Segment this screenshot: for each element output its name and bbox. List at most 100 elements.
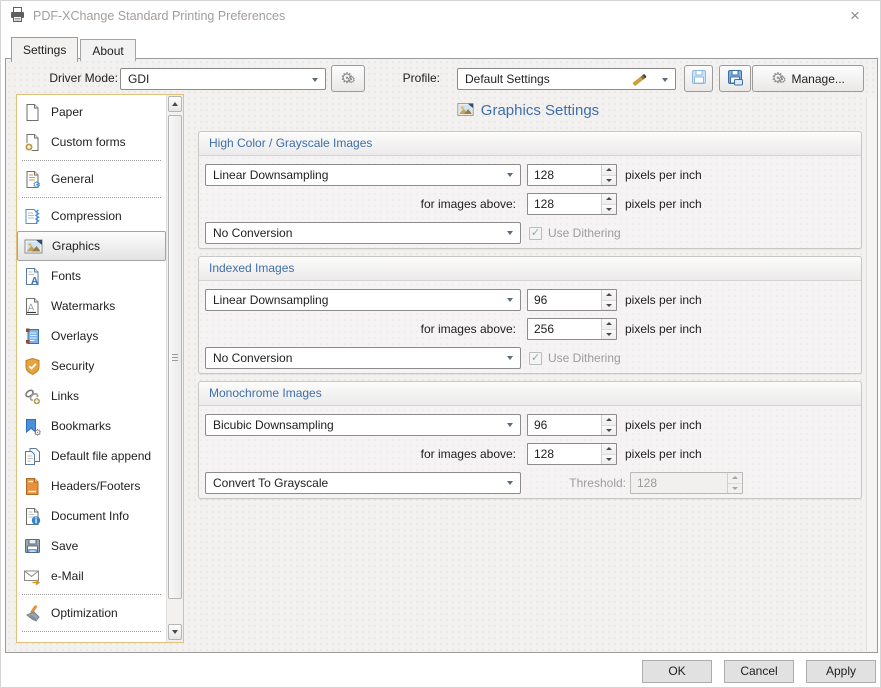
page-add-icon [23, 133, 42, 152]
above-dpi-spinner[interactable]: 128 [527, 193, 617, 215]
sidebar-item-fonts[interactable]: A Fonts [17, 261, 166, 291]
group-title: High Color / Grayscale Images [199, 132, 861, 156]
close-button[interactable]: × [844, 5, 866, 27]
conversion-select[interactable]: No Conversion [205, 347, 521, 369]
threshold-spinner: 128 [630, 472, 743, 494]
scrollbar-down-button[interactable] [168, 624, 182, 640]
tab-about[interactable]: About [80, 39, 135, 61]
overlay-icon [23, 327, 42, 346]
save-profile-as-button[interactable] [719, 65, 751, 92]
conversion-select[interactable]: Convert To Grayscale [205, 472, 521, 494]
apply-button[interactable]: Apply [806, 660, 876, 683]
profile-label: Profile: [372, 71, 440, 85]
sidebar-item-save[interactable]: Save [17, 531, 166, 561]
dithering-label: Use Dithering [548, 226, 621, 240]
driver-mode-select[interactable]: GDI [120, 68, 326, 90]
conversion-select[interactable]: No Conversion [205, 222, 521, 244]
downsampling-select[interactable]: Linear Downsampling [205, 289, 521, 311]
dpi-spinner[interactable]: 128 [527, 164, 617, 186]
scrollbar-up-button[interactable] [168, 96, 182, 112]
dpi-spinner[interactable]: 96 [527, 289, 617, 311]
dithering-checkbox[interactable]: ✓ [529, 352, 542, 365]
sidebar-item-watermarks[interactable]: A Watermarks [17, 291, 166, 321]
spinner-down-button[interactable] [602, 455, 616, 465]
chevron-down-icon [507, 356, 513, 360]
threshold-label: Threshold: [524, 476, 626, 490]
chevron-down-icon [507, 298, 513, 302]
spinner-down-button[interactable] [602, 301, 616, 311]
sidebar-item-security[interactable]: Security [17, 351, 166, 381]
svg-text:⚙: ⚙ [33, 180, 42, 189]
ok-button[interactable]: OK [642, 660, 712, 683]
svg-text:⚙: ⚙ [34, 427, 42, 436]
spinner-down-button[interactable] [602, 176, 616, 186]
page-icon [23, 103, 42, 122]
above-dpi-spinner[interactable]: 128 [527, 443, 617, 465]
manage-button[interactable]: ⚙⚙ Manage... [752, 65, 864, 92]
sidebar-item-paper[interactable]: Paper [17, 97, 166, 127]
spinner-up-button[interactable] [602, 444, 616, 455]
dpi-spinner[interactable]: 96 [527, 414, 617, 436]
gears-icon: ⚙⚙ [771, 71, 786, 86]
broom-icon [23, 604, 42, 623]
grip-icon [172, 354, 178, 361]
unit-label: pixels per inch [625, 418, 702, 432]
sidebar-item-links[interactable]: Links [17, 381, 166, 411]
spinner-down-button[interactable] [602, 330, 616, 340]
cancel-button[interactable]: Cancel [724, 660, 794, 683]
downsampling-select[interactable]: Bicubic Downsampling [205, 414, 521, 436]
sidebar-item-general[interactable]: ⚙ General [17, 164, 166, 194]
settings-category-list: Paper Custom forms ⚙ General Compression [16, 94, 184, 643]
content-scrollbar[interactable] [866, 97, 876, 651]
compress-icon [23, 207, 42, 226]
spinner-up-button[interactable] [602, 319, 616, 330]
spinner-down-button[interactable] [602, 426, 616, 436]
downsampling-select[interactable]: Linear Downsampling [205, 164, 521, 186]
sidebar-separator [22, 594, 161, 595]
above-dpi-spinner[interactable]: 256 [527, 318, 617, 340]
sidebar-item-headers-footers[interactable]: Headers/Footers [17, 471, 166, 501]
floppy-icon [691, 69, 707, 88]
sidebar-item-overlays[interactable]: Overlays [17, 321, 166, 351]
sidebar-item-graphics[interactable]: Graphics [17, 231, 166, 261]
sidebar-item-bookmarks[interactable]: ⚙ Bookmarks [17, 411, 166, 441]
driver-mode-value: GDI [128, 72, 149, 86]
sidebar-item-document-info[interactable]: Document Info [17, 501, 166, 531]
group-title: Indexed Images [199, 257, 861, 281]
dialog-window: PDF-XChange Standard Printing Preference… [0, 0, 881, 688]
font-icon: A [23, 267, 42, 286]
scrollbar-thumb[interactable] [168, 115, 182, 599]
unit-label: pixels per inch [625, 168, 702, 182]
dithering-checkbox[interactable]: ✓ [529, 227, 542, 240]
chevron-down-icon [507, 231, 513, 235]
save-icon [23, 537, 42, 556]
spinner-up-button[interactable] [602, 290, 616, 301]
unit-label: pixels per inch [625, 322, 702, 336]
settings-panel: Driver Mode: GDI ⚙⚙ Profile: Default Set… [5, 58, 878, 653]
spinner-up-button[interactable] [602, 415, 616, 426]
headers-icon [23, 477, 42, 496]
spinner-up-button[interactable] [602, 194, 616, 205]
chevron-down-icon [507, 481, 513, 485]
driver-options-button[interactable]: ⚙⚙ [331, 65, 365, 92]
group-monochrome: Monochrome Images Bicubic Downsampling 9… [198, 381, 862, 499]
triangle-down-icon [172, 630, 178, 634]
floppy-plus-icon [727, 69, 744, 89]
save-profile-button[interactable] [684, 65, 713, 92]
spinner-up-button[interactable] [602, 165, 616, 176]
sidebar-item-custom-forms[interactable]: Custom forms [17, 127, 166, 157]
sidebar-item-email[interactable]: e-Mail [17, 561, 166, 591]
group-indexed: Indexed Images Linear Downsampling 96 pi… [198, 256, 862, 374]
unit-label: pixels per inch [625, 197, 702, 211]
chevron-down-icon [662, 78, 668, 82]
sidebar-item-compression[interactable]: Compression [17, 201, 166, 231]
sidebar-item-optimization[interactable]: Optimization [17, 598, 166, 628]
unit-label: pixels per inch [625, 447, 702, 461]
chevron-down-icon [312, 78, 318, 82]
profile-select[interactable]: Default Settings [457, 68, 676, 90]
sidebar-item-default-file-append[interactable]: Default file append [17, 441, 166, 471]
check-icon: ✓ [531, 353, 540, 364]
tab-settings[interactable]: Settings [11, 37, 78, 62]
spinner-down-button[interactable] [602, 205, 616, 215]
sidebar-separator [22, 160, 161, 161]
